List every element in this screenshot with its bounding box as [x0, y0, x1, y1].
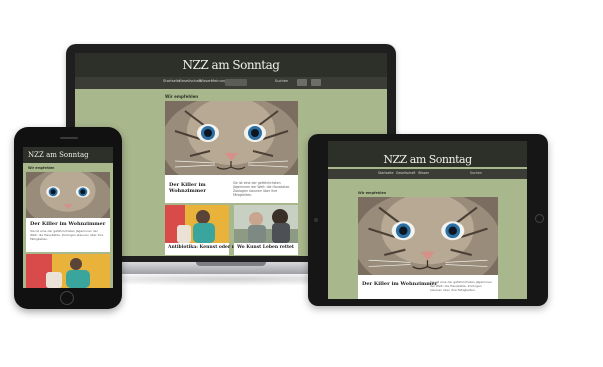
camera-icon: [314, 218, 318, 222]
home-button-icon[interactable]: [535, 214, 544, 223]
laptop-notch: [196, 262, 266, 266]
lead-article-card[interactable]: Der Killer im Wohnzimmer Sie ist eine de…: [26, 218, 110, 252]
section-heading: Wir empfehlen: [165, 94, 199, 99]
nav-item-startseite[interactable]: Startseite: [378, 171, 394, 175]
phone-screen: NZZ am Sonntag Wir empfehlen Der Killer …: [23, 147, 113, 288]
speaker-icon: [60, 137, 78, 139]
site-logo[interactable]: NZZ am Sonntag: [328, 153, 527, 166]
site-nav: Startseite Gesellschaft Wissen Meinungen…: [75, 77, 387, 89]
tablet-screen: NZZ am Sonntag Startseite Gesellschaft W…: [328, 141, 527, 299]
nav-item-wissen[interactable]: Wissen: [199, 79, 212, 83]
article-1-photo[interactable]: [165, 205, 229, 243]
nav-item-gesellschaft[interactable]: Gesellschaft: [396, 171, 416, 175]
cat-photo[interactable]: [26, 172, 110, 218]
home-button-icon[interactable]: [60, 291, 74, 305]
nav-item-suchen[interactable]: Suchen: [275, 79, 288, 83]
nav-item-gesellschaft[interactable]: Gesellschaft: [179, 79, 201, 83]
article-1-card[interactable]: Antibiotika: Kennst oder nicht: [165, 243, 245, 255]
lead-article-card[interactable]: Der Killer im Wohnzimmer Sie ist eine de…: [165, 175, 298, 203]
lead-article-teaser: Sie ist eine der gefährlichsten Jägerinn…: [430, 280, 492, 292]
section-heading: Wir empfehlen: [358, 191, 387, 195]
article-2-title[interactable]: Wo Kunst Leben rettet: [237, 245, 294, 250]
article-2-card[interactable]: Wo Kunst Leben rettet: [234, 243, 298, 255]
site-logo[interactable]: NZZ am Sonntag: [28, 151, 89, 159]
nav-item-startseite[interactable]: Startseite: [163, 79, 180, 83]
lead-article-teaser: Sie ist eine der gefährlichsten Jägerinn…: [30, 229, 104, 241]
cat-photo[interactable]: [165, 101, 298, 175]
nav-item-suchen[interactable]: Suchen: [470, 171, 482, 175]
lead-article-teaser: Sie ist eine der gefährlichsten Jägerinn…: [233, 181, 291, 197]
lead-article-title[interactable]: Der Killer im Wohnzimmer: [30, 221, 105, 227]
lead-article-card[interactable]: Der Killer im Wohnzimmer Sie ist eine de…: [358, 275, 498, 299]
cat-photo[interactable]: [358, 197, 498, 275]
article-2-photo[interactable]: [234, 205, 298, 243]
site-logo[interactable]: NZZ am Sonntag: [75, 58, 387, 72]
lead-article-title[interactable]: Der Killer im Wohnzimmer: [169, 182, 229, 194]
article-1-photo[interactable]: [26, 254, 110, 288]
search-input[interactable]: [225, 79, 247, 86]
nav-item-wissen[interactable]: Wissen: [418, 171, 429, 175]
user-button[interactable]: [311, 79, 321, 86]
site-nav: Startseite Gesellschaft Wissen Suchen: [328, 169, 527, 179]
toggle-button[interactable]: [297, 79, 307, 86]
section-heading: Wir empfehlen: [28, 166, 55, 170]
lead-article-title[interactable]: Der Killer im Wohnzimmer: [362, 281, 437, 287]
